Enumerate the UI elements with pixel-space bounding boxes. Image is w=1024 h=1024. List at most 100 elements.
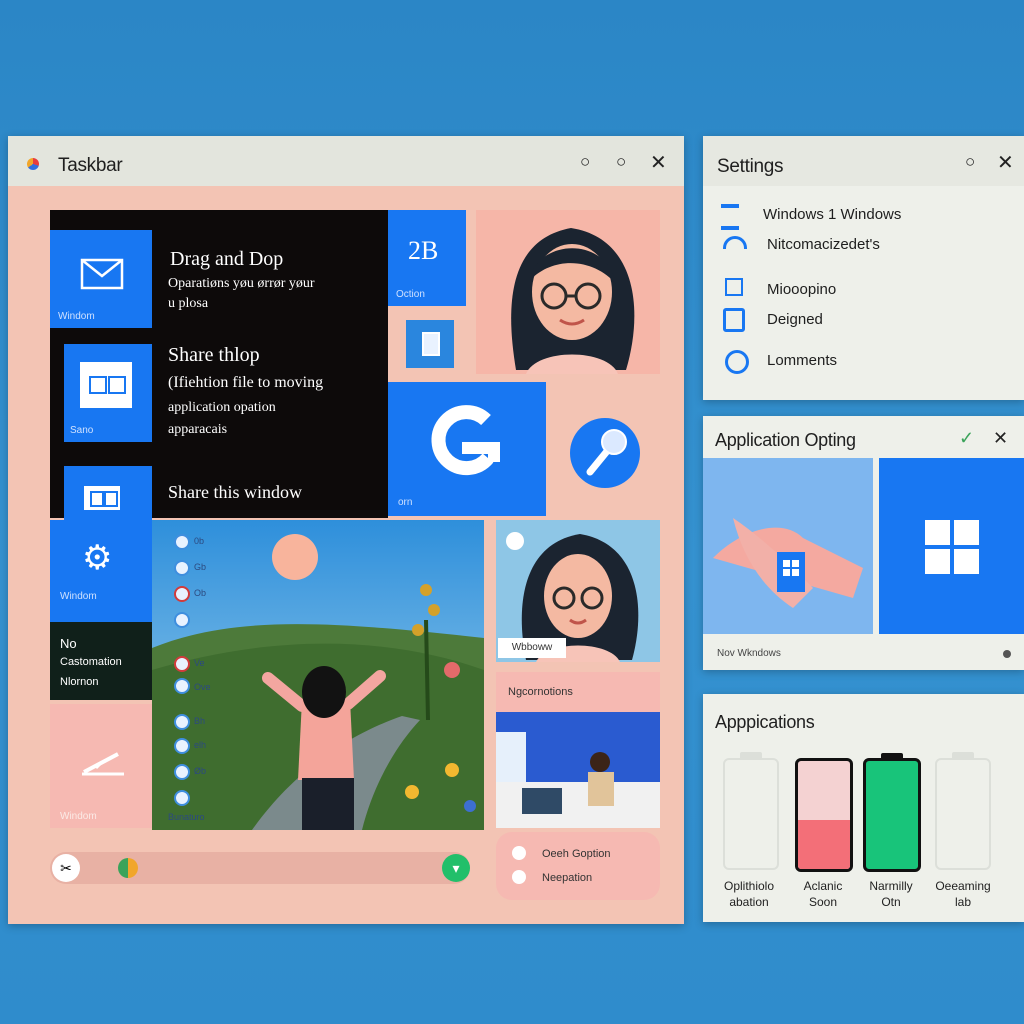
- mail-tile-label: Windom: [58, 311, 95, 322]
- share-sub-1b: u plosa: [168, 296, 209, 311]
- bottom-bar: ✂ ▾: [50, 852, 470, 884]
- share-sub-1: Oparatiøns yøu ørrør yøur: [168, 276, 315, 291]
- app-icon-6-label: Ove: [194, 682, 211, 692]
- share-sub-2: (Ifiehtion file to moving: [168, 374, 324, 391]
- app-icon-2-label: Gb: [194, 562, 207, 572]
- user-dot-icon: [1003, 650, 1011, 658]
- app-opting-close-button[interactable]: ✕: [993, 428, 1008, 449]
- option-label-1: Oeeh Goption: [542, 848, 611, 860]
- document-tile[interactable]: Sano: [64, 344, 152, 442]
- settings-minimize-button[interactable]: ○: [965, 152, 975, 172]
- pen-icon: [82, 752, 124, 776]
- app-icon-7[interactable]: [174, 714, 190, 730]
- settings-item-comments[interactable]: Lomments: [767, 352, 837, 369]
- windows-logo-tile[interactable]: [879, 458, 1024, 634]
- battery-1: [723, 752, 779, 870]
- microphone-icon: [586, 429, 627, 476]
- play-icon[interactable]: [506, 532, 524, 550]
- share-heading-3[interactable]: Share this window: [168, 482, 302, 503]
- taskbar-window: Taskbar ○ ○ ✕ Drag and Dop Oparatiøns yø…: [8, 136, 684, 924]
- app-opting-window: Application Opting ✓ ✕ Nov Wkndows: [703, 416, 1024, 670]
- notifications-title: Ngcornotions: [508, 686, 573, 698]
- document-tile-label: Sano: [70, 425, 94, 436]
- app-icon-8-label: elh: [194, 740, 207, 750]
- close-button[interactable]: ✕: [650, 150, 667, 175]
- maximize-button[interactable]: ○: [616, 152, 626, 172]
- app-icon-4[interactable]: [174, 612, 190, 628]
- avatar-illustration: [511, 228, 635, 374]
- option-radio-1[interactable]: [512, 846, 526, 860]
- settings-item-microphone[interactable]: Miooopino: [767, 281, 836, 298]
- taskbar-titlebar: Taskbar ○ ○ ✕: [8, 136, 684, 186]
- share-heading-2: Share thlop: [168, 344, 260, 366]
- app-dot-icon[interactable]: [118, 858, 138, 878]
- app-icon-9-label: Øb: [194, 766, 207, 776]
- confirm-check-icon[interactable]: ✓: [959, 428, 974, 449]
- option-radio-2[interactable]: [512, 870, 526, 884]
- notification-panel: No Castomation Nlornon: [50, 622, 152, 700]
- pink-tile[interactable]: Windom: [50, 704, 152, 828]
- square-icon: [422, 332, 440, 356]
- applications-title: Apppications: [715, 712, 815, 732]
- settings-item-designed[interactable]: Deigned: [767, 311, 823, 328]
- app-icon-10-label: Bunaturo: [168, 812, 205, 822]
- number-tile-label: Oction: [396, 289, 425, 300]
- minimize-button[interactable]: ○: [580, 152, 590, 172]
- g-tile-label: orn: [398, 497, 413, 508]
- notification-line-3: Nlornon: [60, 676, 99, 688]
- app-icon-10[interactable]: [174, 790, 190, 806]
- settings-item-notifications[interactable]: Nitcomacizedet's: [767, 236, 880, 253]
- laptop-photo[interactable]: [496, 712, 660, 828]
- notification-line-2: Castomation: [60, 656, 122, 668]
- app-logo-icon: [27, 158, 39, 170]
- g-app-tile[interactable]: orn: [388, 382, 546, 516]
- app-opting-footer: Nov Wkndows: [717, 648, 781, 659]
- share-sub-2c: apparacais: [168, 422, 228, 437]
- hands-illustration: [703, 458, 873, 634]
- sun-shape: [272, 534, 318, 580]
- battery-3-line1: Narmilly: [869, 879, 913, 893]
- settings-title: Settings: [717, 156, 784, 177]
- app-icon-7-label: Bh: [194, 716, 206, 726]
- app-icon-9[interactable]: [174, 764, 190, 780]
- battery-3: [863, 753, 921, 872]
- window-title: Taskbar: [58, 155, 123, 176]
- settings-item-windows[interactable]: Windows 1 Windows: [763, 206, 901, 223]
- laptop-illustration: [496, 712, 660, 828]
- battery-4-line1: Oeeaming: [935, 879, 991, 893]
- battery-1-line1: Oplithiolo: [723, 879, 775, 893]
- app-icon-1[interactable]: [174, 534, 190, 550]
- battery-1-label: Oplithiolo abation: [709, 878, 789, 910]
- app-icon-1-label: 0b: [194, 536, 205, 546]
- app-icon-2[interactable]: [174, 560, 190, 576]
- windows-logo-icon: [925, 520, 979, 574]
- app-icon-3[interactable]: [174, 586, 190, 602]
- settings-titlebar: Settings ○ ✕: [703, 136, 1024, 186]
- settings-tile[interactable]: ⚙ Windom: [50, 520, 152, 622]
- tools-icon[interactable]: ✂: [52, 854, 80, 882]
- g-logo-icon: [431, 405, 500, 476]
- battery-2: [795, 758, 853, 872]
- microphone-badge[interactable]: [570, 418, 640, 488]
- document-icon: [80, 362, 132, 408]
- number-tile-value: 2B: [408, 236, 439, 265]
- avatar-photo[interactable]: [476, 210, 660, 374]
- hands-photo[interactable]: [703, 458, 873, 634]
- notification-line-1: No: [60, 636, 77, 651]
- number-tile[interactable]: 2B Oction: [388, 210, 466, 306]
- lock-icon: [723, 308, 745, 332]
- app-icon-6[interactable]: [174, 678, 190, 694]
- app-icon-8[interactable]: [174, 738, 190, 754]
- battery-2-fill: [798, 820, 850, 869]
- window-split-tile[interactable]: [64, 466, 152, 522]
- app-icon-5[interactable]: [174, 656, 190, 672]
- battery-4: [935, 752, 991, 870]
- share-heading-1: Drag and Dop: [170, 248, 284, 270]
- battery-1-line2: abation: [729, 895, 769, 909]
- go-button[interactable]: ▾: [442, 854, 470, 882]
- mail-tile[interactable]: Windom: [50, 230, 152, 328]
- mail-icon: [80, 258, 124, 290]
- share-sub-2b: application opation: [168, 400, 276, 415]
- settings-close-button[interactable]: ✕: [997, 150, 1014, 175]
- small-square-tile[interactable]: [406, 320, 454, 368]
